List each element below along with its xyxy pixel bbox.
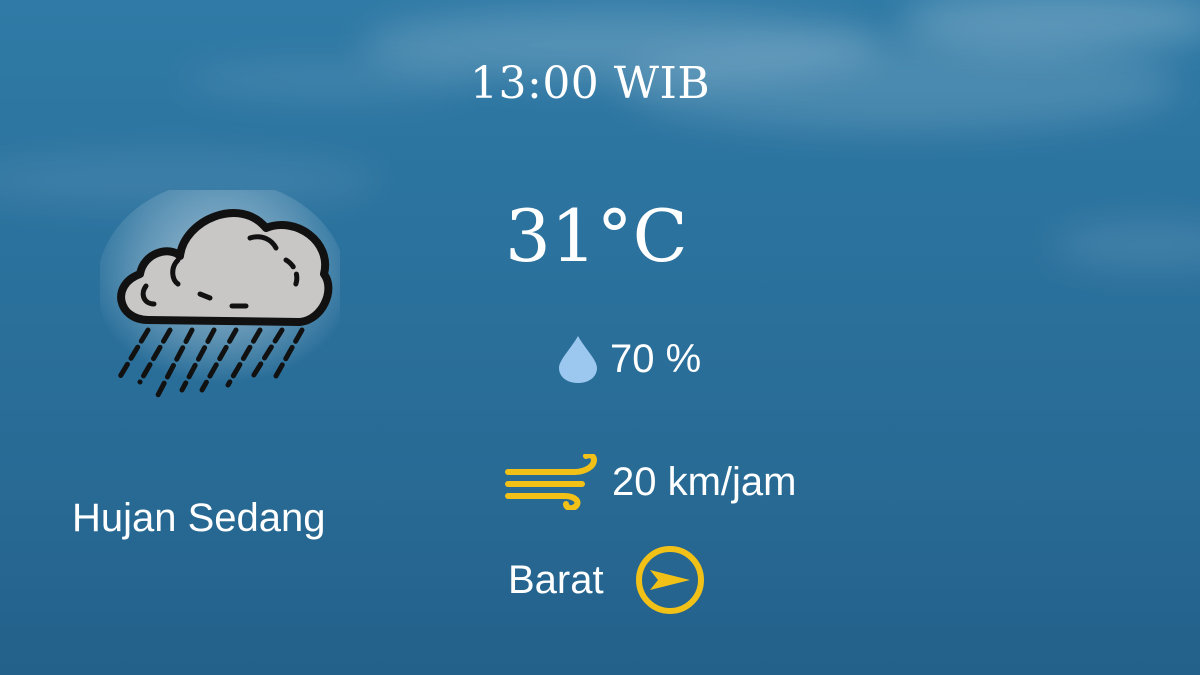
humidity-row: 70 % xyxy=(556,334,701,384)
forecast-time: 13:00 WIB xyxy=(470,58,711,109)
humidity-value: 70 % xyxy=(610,337,702,381)
rain-cloud-icon xyxy=(97,180,347,405)
water-drop-icon xyxy=(556,334,600,384)
temperature-value: 31°C xyxy=(505,194,688,278)
wind-icon xyxy=(504,452,602,512)
wind-direction-row: Barat xyxy=(508,544,706,616)
sky-cloud xyxy=(1050,220,1200,270)
compass-arrow-icon xyxy=(634,544,706,616)
wind-speed-value: 20 km/jam xyxy=(612,460,797,504)
weather-condition-label: Hujan Sedang xyxy=(72,496,326,540)
wind-direction-label: Barat xyxy=(508,558,604,602)
sky-cloud xyxy=(180,60,480,100)
wind-speed-row: 20 km/jam xyxy=(504,452,797,512)
